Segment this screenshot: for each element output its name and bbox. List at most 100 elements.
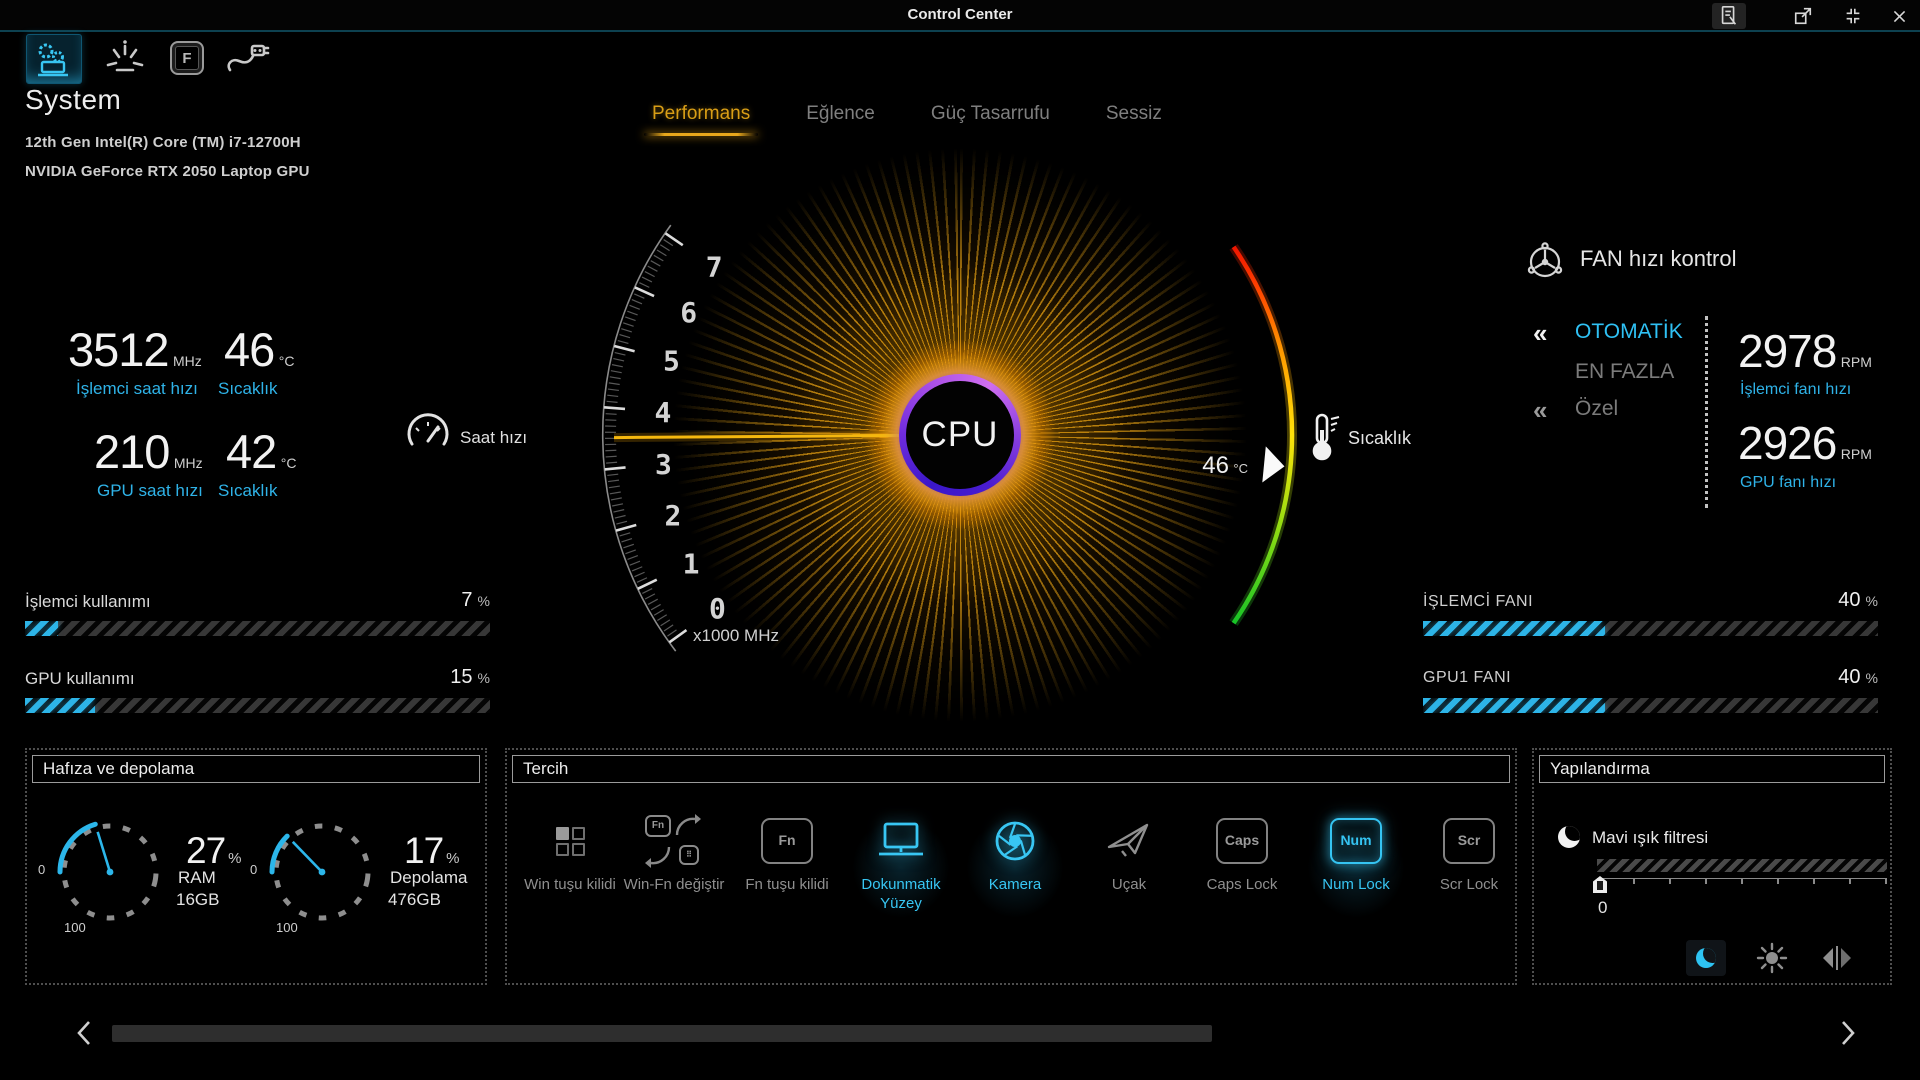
collapse-window-icon[interactable] xyxy=(1836,3,1870,29)
gpu-fan-bar-label: GPU1 FANI xyxy=(1423,669,1511,687)
tab-guc-tasarrufu[interactable]: Güç Tasarrufu xyxy=(931,103,1050,125)
ram-label: RAM xyxy=(178,868,216,888)
ram-percent: 27% xyxy=(186,832,242,869)
airplane-icon xyxy=(1106,806,1152,876)
blue-light-slider-ticks xyxy=(1597,878,1887,885)
caps-key-icon: Caps xyxy=(1216,818,1268,864)
camera-icon xyxy=(992,806,1038,876)
fan-mode-ozel[interactable]: Özel xyxy=(1575,397,1618,421)
memory-panel-title: Hafıza ve depolama xyxy=(32,755,480,783)
close-icon[interactable] xyxy=(1882,3,1916,29)
caps-lock-button[interactable]: Caps Caps Lock xyxy=(1186,806,1298,952)
clock-speed-caption: Saat hızı xyxy=(460,428,527,448)
titlebar: Control Center xyxy=(0,0,1920,30)
cpu-fan-rpm-label: İşlemci fanı hızı xyxy=(1740,381,1851,399)
horizontal-scrollbar-thumb[interactable] xyxy=(112,1025,1212,1042)
gpu-clock-stat: 210 MHz xyxy=(94,428,203,475)
gpu-usage-value: 15% xyxy=(380,666,490,689)
fan-mode-otomatik[interactable]: OTOMATİK xyxy=(1575,320,1683,344)
gears-laptop-icon xyxy=(33,40,75,78)
scroll-lock-button[interactable]: Scr Scr Lock xyxy=(1413,806,1525,952)
gpu-name: NVIDIA GeForce RTX 2050 Laptop GPU xyxy=(25,163,310,180)
num-key-icon: Num xyxy=(1330,818,1382,864)
scroll-left-button[interactable] xyxy=(72,1018,98,1053)
svg-text:1: 1 xyxy=(683,547,700,580)
storage-capacity: 476GB xyxy=(388,890,441,910)
cpu-fan-bar-fill xyxy=(1423,621,1605,636)
cpu-fan-bar xyxy=(1423,621,1878,636)
gpu-temp-label: Sıcaklık xyxy=(218,481,278,501)
fan-mode-en-fazla[interactable]: EN FAZLA xyxy=(1575,360,1674,384)
ram-gauge-max: 100 xyxy=(64,920,86,935)
blue-light-slider-track xyxy=(1597,859,1887,872)
fn-key-lock-button[interactable]: Fn Fn tuşu kilidi xyxy=(731,806,843,952)
cpu-fan-bar-value: 40% xyxy=(1768,589,1878,612)
cpu-hub-ring: CPU xyxy=(899,374,1021,496)
thermometer-icon xyxy=(1308,412,1342,467)
temperature-readout: 46 °C xyxy=(1120,452,1248,480)
win-key-lock-button[interactable]: Win tuşu kilidi xyxy=(514,806,626,952)
gpu-usage-label: GPU kullanımı xyxy=(25,669,135,689)
windows-key-icon xyxy=(556,806,585,876)
restore-window-icon[interactable] xyxy=(1786,3,1820,29)
fan-control-title: FAN hızı kontrol xyxy=(1580,246,1737,272)
fan-panel-divider xyxy=(1705,316,1708,508)
display-color-icon xyxy=(1820,944,1854,972)
system-log-icon[interactable] xyxy=(1712,3,1746,29)
scroll-right-button[interactable] xyxy=(1834,1018,1860,1053)
tab-sessiz[interactable]: Sessiz xyxy=(1106,103,1162,125)
mode-tabs: Performans Eğlence Güç Tasarrufu Sessiz xyxy=(652,103,1162,125)
blue-light-value: 0 xyxy=(1598,898,1607,918)
touchpad-button[interactable]: Dokunmatik Yüzey xyxy=(845,806,957,952)
chevron-left-icon: « xyxy=(1533,320,1547,346)
storage-gauge xyxy=(262,812,382,932)
titlebar-divider xyxy=(0,30,1920,32)
svg-text:6: 6 xyxy=(680,296,697,329)
svg-text:3: 3 xyxy=(655,448,672,481)
cable-connector-icon xyxy=(224,40,270,76)
cpu-usage-value: 7% xyxy=(380,589,490,612)
blue-light-label: Mavi ışık filtresi xyxy=(1592,828,1708,848)
gauge-scale-caption: x1000 MHz xyxy=(693,626,779,646)
gpu-usage-bar xyxy=(25,698,490,713)
page-title: System xyxy=(25,84,121,116)
camera-button[interactable]: Kamera xyxy=(959,806,1071,952)
cpu-clock-stat: 3512 MHz xyxy=(68,326,202,373)
win-fn-swap-icon: Fn ⠿ xyxy=(645,806,703,876)
tab-performans[interactable]: Performans xyxy=(652,103,750,125)
tab-system-monitor[interactable] xyxy=(26,34,82,84)
cpu-fan-bar-label: İŞLEMCİ FANI xyxy=(1423,593,1533,611)
color-mode-toggle[interactable] xyxy=(1820,944,1854,977)
gpu-fan-bar xyxy=(1423,698,1878,713)
storage-label: Depolama xyxy=(390,868,468,888)
preferences-panel-title: Tercih xyxy=(512,755,1510,783)
tab-keyboard-backlight[interactable] xyxy=(98,34,152,82)
gpu-fan-bar-fill xyxy=(1423,698,1605,713)
temperature-caption: Sıcaklık xyxy=(1348,428,1411,449)
ram-capacity: 16GB xyxy=(176,890,219,910)
storage-gauge-max: 100 xyxy=(276,920,298,935)
gpu-temp-stat: 42 °C xyxy=(226,428,296,475)
tab-flexikey[interactable]: F xyxy=(160,34,214,82)
cpu-temp-stat: 46 °C xyxy=(224,326,294,373)
cpu-clock-label: İşlemci saat hızı xyxy=(76,379,198,399)
cpu-hub: CPU xyxy=(906,381,1014,489)
chevron-left-icon: « xyxy=(1533,397,1547,423)
cpu-temp-label: Sıcaklık xyxy=(218,379,278,399)
night-mode-toggle[interactable] xyxy=(1686,940,1726,976)
storage-gauge-min: 0 xyxy=(250,862,257,877)
svg-text:5: 5 xyxy=(663,345,680,378)
fan-icon xyxy=(1522,238,1568,289)
airplane-mode-button[interactable]: Uçak xyxy=(1073,806,1185,952)
ram-gauge xyxy=(50,812,170,932)
win-fn-swap-button[interactable]: Fn ⠿ Win-Fn değiştir xyxy=(618,806,730,952)
tab-devices[interactable] xyxy=(220,34,274,82)
tab-eglence[interactable]: Eğlence xyxy=(806,103,875,125)
cpu-name: 12th Gen Intel(R) Core (TM) i7-12700H xyxy=(25,134,301,151)
brightness-toggle[interactable] xyxy=(1756,942,1788,979)
touchpad-icon xyxy=(876,806,926,876)
temperature-arc xyxy=(1234,247,1292,623)
cpu-usage-bar xyxy=(25,621,490,636)
num-lock-button[interactable]: Num Num Lock xyxy=(1300,806,1412,952)
fn-key-icon: Fn xyxy=(761,818,813,864)
